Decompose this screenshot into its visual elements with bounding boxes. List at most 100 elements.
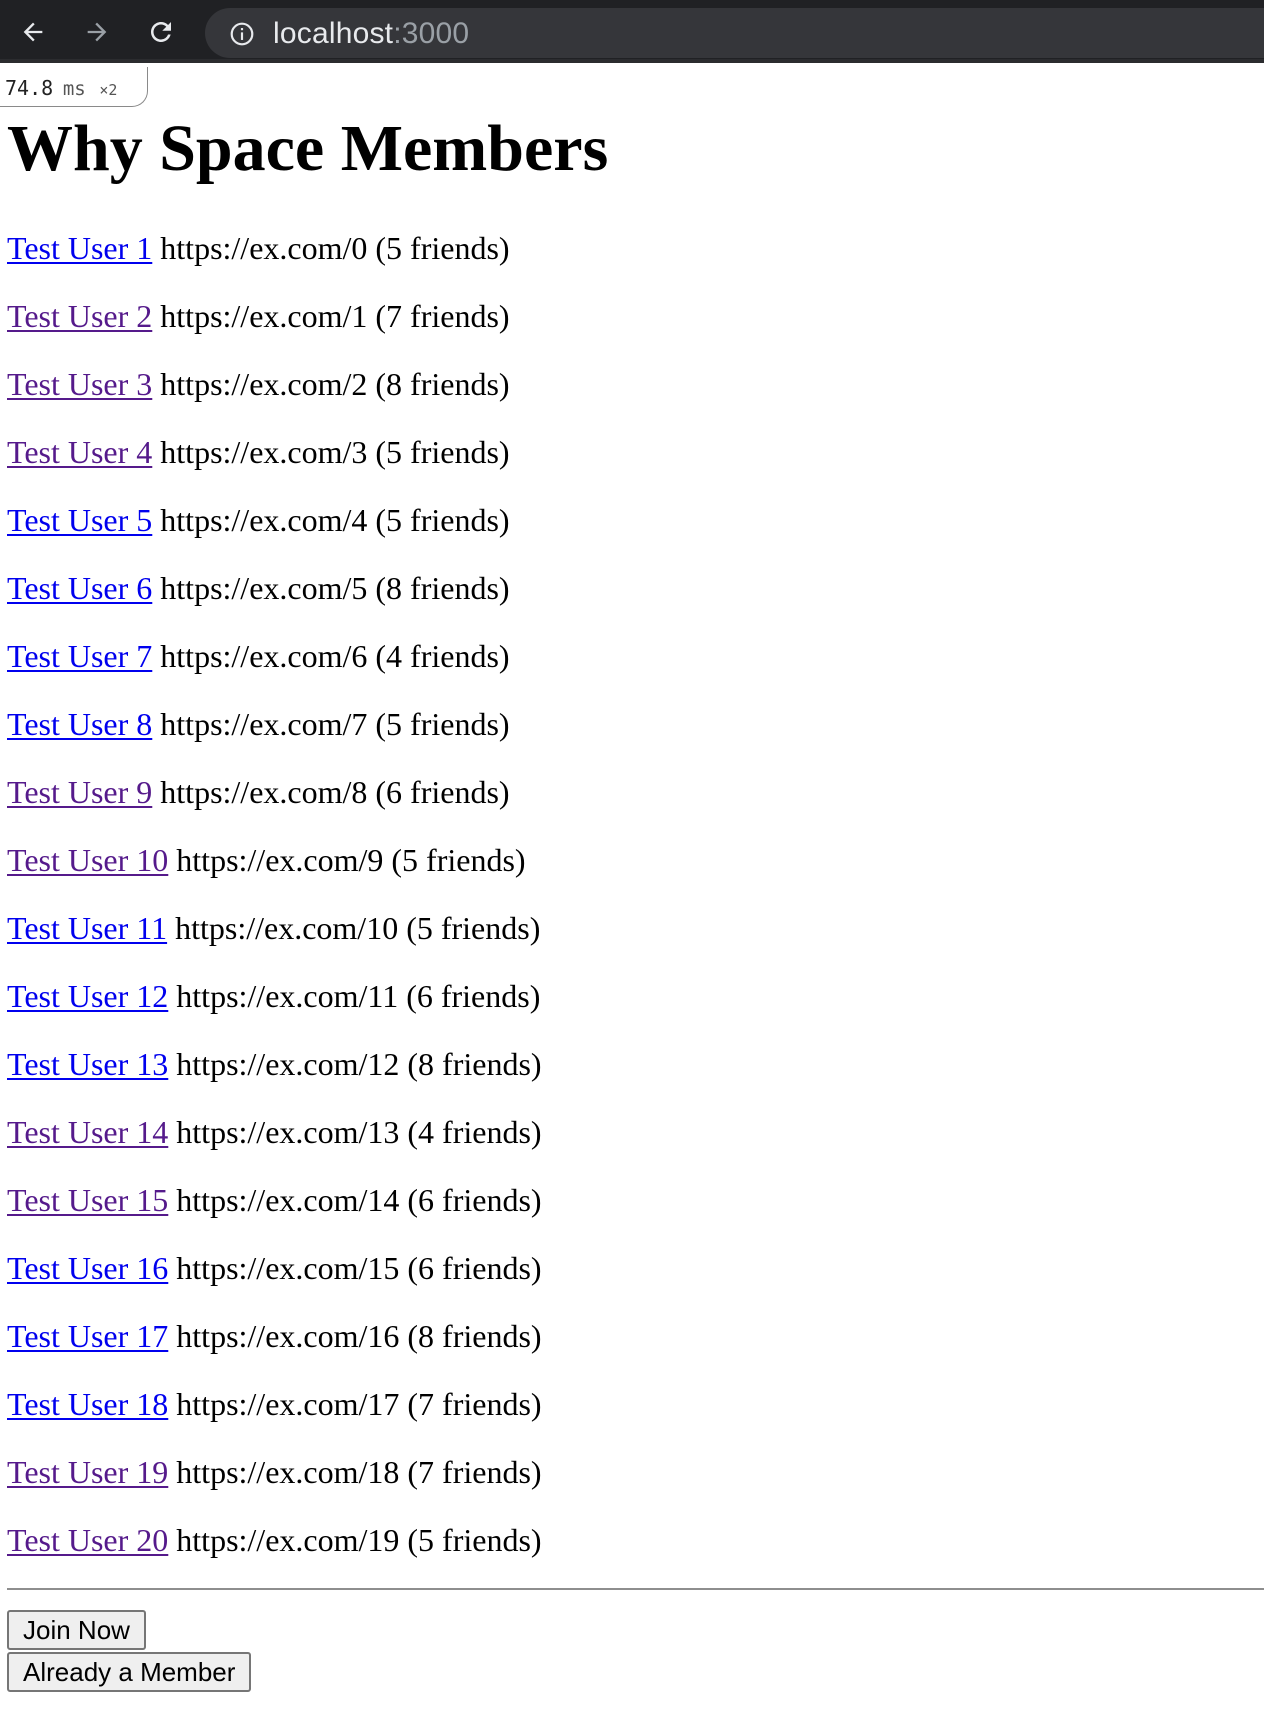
list-item: Test User 10 https://ex.com/9 (5 friends… bbox=[7, 840, 542, 908]
member-link[interactable]: Test User 15 bbox=[7, 1182, 168, 1218]
member-url: https://ex.com/6 bbox=[160, 638, 368, 674]
arrow-left-icon bbox=[23, 22, 43, 42]
member-friend-count: (5 friends) bbox=[375, 502, 510, 538]
member-link[interactable]: Test User 14 bbox=[7, 1114, 168, 1150]
member-friend-count: (8 friends) bbox=[375, 366, 510, 402]
member-link[interactable]: Test User 20 bbox=[7, 1522, 168, 1558]
list-item: Test User 20 https://ex.com/19 (5 friend… bbox=[7, 1520, 542, 1588]
list-item: Test User 6 https://ex.com/5 (8 friends) bbox=[7, 568, 542, 636]
url-host: localhost bbox=[273, 17, 394, 50]
member-url: https://ex.com/19 bbox=[176, 1522, 400, 1558]
member-link[interactable]: Test User 5 bbox=[7, 502, 152, 538]
member-url: https://ex.com/8 bbox=[160, 774, 368, 810]
member-link[interactable]: Test User 8 bbox=[7, 706, 152, 742]
member-friend-count: (4 friends) bbox=[407, 1114, 542, 1150]
member-url: https://ex.com/18 bbox=[176, 1454, 400, 1490]
member-url: https://ex.com/14 bbox=[176, 1182, 400, 1218]
member-friend-count: (7 friends) bbox=[375, 298, 510, 334]
member-url: https://ex.com/7 bbox=[160, 706, 368, 742]
member-link[interactable]: Test User 3 bbox=[7, 366, 152, 402]
member-link[interactable]: Test User 11 bbox=[7, 910, 167, 946]
member-link[interactable]: Test User 7 bbox=[7, 638, 152, 674]
member-link[interactable]: Test User 4 bbox=[7, 434, 152, 470]
browser-toolbar: localhost:3000 bbox=[0, 0, 1264, 63]
member-friend-count: (5 friends) bbox=[406, 910, 541, 946]
list-item: Test User 13 https://ex.com/12 (8 friend… bbox=[7, 1044, 542, 1112]
member-url: https://ex.com/2 bbox=[160, 366, 368, 402]
member-link[interactable]: Test User 12 bbox=[7, 978, 168, 1014]
reload-button[interactable] bbox=[140, 12, 182, 52]
member-friend-count: (5 friends) bbox=[407, 1522, 542, 1558]
list-item: Test User 3 https://ex.com/2 (8 friends) bbox=[7, 364, 542, 432]
member-url: https://ex.com/12 bbox=[176, 1046, 400, 1082]
reload-icon bbox=[151, 22, 171, 42]
member-link[interactable]: Test User 6 bbox=[7, 570, 152, 606]
member-link[interactable]: Test User 2 bbox=[7, 298, 152, 334]
list-item: Test User 11 https://ex.com/10 (5 friend… bbox=[7, 908, 542, 976]
member-url: https://ex.com/13 bbox=[176, 1114, 400, 1150]
member-url: https://ex.com/15 bbox=[176, 1250, 400, 1286]
list-item: Test User 12 https://ex.com/11 (6 friend… bbox=[7, 976, 542, 1044]
member-friend-count: (8 friends) bbox=[375, 570, 510, 606]
member-url: https://ex.com/1 bbox=[160, 298, 368, 334]
list-item: Test User 18 https://ex.com/17 (7 friend… bbox=[7, 1384, 542, 1452]
member-friend-count: (7 friends) bbox=[407, 1454, 542, 1490]
page-title: Why Space Members bbox=[7, 112, 609, 185]
timing-multiplier: ×2 bbox=[99, 81, 118, 99]
member-url: https://ex.com/9 bbox=[176, 842, 384, 878]
member-link[interactable]: Test User 16 bbox=[7, 1250, 168, 1286]
member-friend-count: (7 friends) bbox=[407, 1386, 542, 1422]
render-timing-badge: 74.8 ms ×2 bbox=[0, 67, 148, 107]
timing-value: 74.8 bbox=[5, 76, 54, 100]
member-list: Test User 1 https://ex.com/0 (5 friends)… bbox=[7, 228, 542, 1588]
member-friend-count: (6 friends) bbox=[407, 1250, 542, 1286]
member-link[interactable]: Test User 1 bbox=[7, 230, 152, 266]
url-port: :3000 bbox=[393, 17, 470, 50]
member-friend-count: (5 friends) bbox=[375, 434, 510, 470]
address-bar[interactable]: localhost:3000 bbox=[205, 8, 1264, 58]
member-friend-count: (4 friends) bbox=[375, 638, 510, 674]
list-item: Test User 14 https://ex.com/13 (4 friend… bbox=[7, 1112, 542, 1180]
member-link[interactable]: Test User 19 bbox=[7, 1454, 168, 1490]
member-url: https://ex.com/10 bbox=[175, 910, 399, 946]
list-item: Test User 7 https://ex.com/6 (4 friends) bbox=[7, 636, 542, 704]
list-item: Test User 8 https://ex.com/7 (5 friends) bbox=[7, 704, 542, 772]
member-url: https://ex.com/0 bbox=[160, 230, 368, 266]
member-friend-count: (8 friends) bbox=[407, 1046, 542, 1082]
list-item: Test User 2 https://ex.com/1 (7 friends) bbox=[7, 296, 542, 364]
url-text: localhost:3000 bbox=[273, 19, 469, 49]
member-link[interactable]: Test User 17 bbox=[7, 1318, 168, 1354]
list-item: Test User 19 https://ex.com/18 (7 friend… bbox=[7, 1452, 542, 1520]
member-url: https://ex.com/4 bbox=[160, 502, 368, 538]
member-friend-count: (8 friends) bbox=[407, 1318, 542, 1354]
member-friend-count: (5 friends) bbox=[375, 230, 510, 266]
member-friend-count: (5 friends) bbox=[375, 706, 510, 742]
member-url: https://ex.com/5 bbox=[160, 570, 368, 606]
list-item: Test User 5 https://ex.com/4 (5 friends) bbox=[7, 500, 542, 568]
back-button[interactable] bbox=[12, 12, 54, 52]
list-item: Test User 4 https://ex.com/3 (5 friends) bbox=[7, 432, 542, 500]
list-item: Test User 1 https://ex.com/0 (5 friends) bbox=[7, 228, 542, 296]
member-friend-count: (6 friends) bbox=[407, 1182, 542, 1218]
member-url: https://ex.com/16 bbox=[176, 1318, 400, 1354]
list-item: Test User 16 https://ex.com/15 (6 friend… bbox=[7, 1248, 542, 1316]
member-friend-count: (6 friends) bbox=[406, 978, 541, 1014]
join-now-button[interactable]: Join Now bbox=[7, 1610, 146, 1650]
member-url: https://ex.com/17 bbox=[176, 1386, 400, 1422]
member-link[interactable]: Test User 13 bbox=[7, 1046, 168, 1082]
list-item: Test User 9 https://ex.com/8 (6 friends) bbox=[7, 772, 542, 840]
member-link[interactable]: Test User 9 bbox=[7, 774, 152, 810]
member-url: https://ex.com/3 bbox=[160, 434, 368, 470]
member-link[interactable]: Test User 18 bbox=[7, 1386, 168, 1422]
already-member-button[interactable]: Already a Member bbox=[7, 1652, 252, 1692]
member-friend-count: (6 friends) bbox=[375, 774, 510, 810]
divider bbox=[7, 1588, 1264, 1590]
member-url: https://ex.com/11 bbox=[176, 978, 399, 1014]
member-link[interactable]: Test User 10 bbox=[7, 842, 168, 878]
arrow-right-icon bbox=[87, 22, 107, 42]
info-circle-icon[interactable] bbox=[229, 21, 255, 47]
forward-button[interactable] bbox=[76, 12, 118, 52]
list-item: Test User 15 https://ex.com/14 (6 friend… bbox=[7, 1180, 542, 1248]
list-item: Test User 17 https://ex.com/16 (8 friend… bbox=[7, 1316, 542, 1384]
timing-unit: ms bbox=[62, 78, 86, 100]
